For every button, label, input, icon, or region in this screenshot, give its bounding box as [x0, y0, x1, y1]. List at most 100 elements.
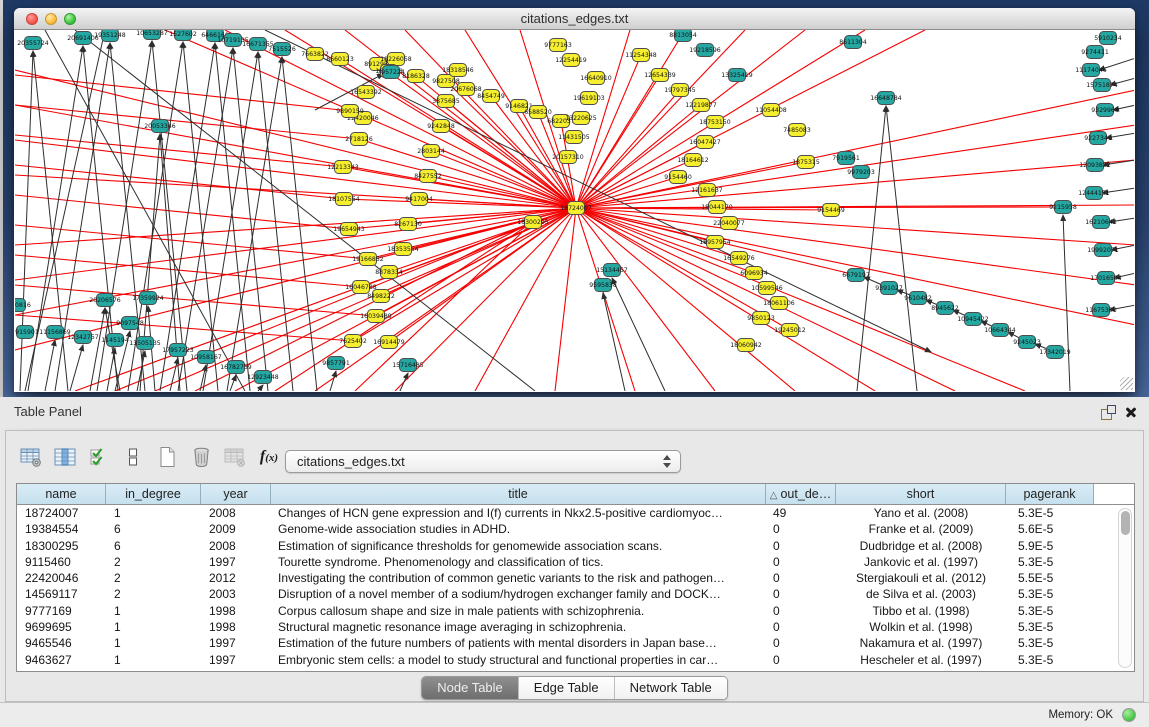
vertical-scrollbar[interactable]	[1118, 508, 1132, 668]
table-row[interactable]: 969969511998Structural magnetic resonanc…	[17, 619, 1134, 635]
cell-year[interactable]: 1997	[201, 652, 271, 668]
cell-pagerank[interactable]: 5.6E-5	[1006, 521, 1094, 537]
close-panel-icon[interactable]	[1124, 405, 1138, 419]
cell-name[interactable]: 18724007	[17, 505, 106, 521]
network-window[interactable]: citations_edges.txt 20355724206914061935…	[14, 8, 1135, 392]
float-panel-icon[interactable]	[1101, 405, 1116, 420]
cell-name[interactable]: 19384554	[17, 521, 106, 537]
cell-pagerank[interactable]: 5.9E-5	[1006, 538, 1094, 554]
delete-table-icon[interactable]	[186, 443, 216, 471]
cell-short[interactable]: Franke et al. (2009)	[836, 521, 1006, 537]
cell-year[interactable]: 2008	[201, 505, 271, 521]
tab-node-table[interactable]: Node Table	[422, 677, 519, 699]
cell-title[interactable]: Genome-wide association studies in ADHD.	[271, 521, 766, 537]
cell-name[interactable]: 18300295	[17, 538, 106, 554]
cell-year[interactable]: 2012	[201, 570, 271, 586]
column-header-out_de[interactable]: △out_de…	[766, 484, 836, 504]
cell-year[interactable]: 2008	[201, 538, 271, 554]
cell-name[interactable]: 14569117	[17, 586, 106, 602]
minimize-window-icon[interactable]	[45, 13, 57, 25]
cell-out_de[interactable]: 0	[766, 635, 836, 651]
cell-in_degree[interactable]: 1	[106, 603, 201, 619]
cell-in_degree[interactable]: 6	[106, 538, 201, 554]
cell-in_degree[interactable]: 1	[106, 635, 201, 651]
column-header-year[interactable]: year	[201, 484, 271, 504]
cell-title[interactable]: Disruption of a novel member of a sodium…	[271, 586, 766, 602]
table-row[interactable]: 946362711997Embryonic stem cells: a mode…	[17, 652, 1134, 668]
cell-pagerank[interactable]: 5.3E-5	[1006, 619, 1094, 635]
cell-in_degree[interactable]: 6	[106, 521, 201, 537]
cell-out_de[interactable]: 0	[766, 652, 836, 668]
cell-out_de[interactable]: 0	[766, 570, 836, 586]
cell-out_de[interactable]: 0	[766, 603, 836, 619]
cell-pagerank[interactable]: 5.3E-5	[1006, 652, 1094, 668]
table-row[interactable]: 1830029562008Estimation of significance …	[17, 538, 1134, 554]
cell-out_de[interactable]: 0	[766, 538, 836, 554]
cell-in_degree[interactable]: 2	[106, 554, 201, 570]
cell-in_degree[interactable]: 1	[106, 505, 201, 521]
table-selector-dropdown[interactable]: citations_edges.txt	[285, 450, 681, 473]
select-all-rows-icon[interactable]	[84, 443, 114, 471]
cell-short[interactable]: Jankovic et al. (1997)	[836, 554, 1006, 570]
cell-pagerank[interactable]: 5.3E-5	[1006, 635, 1094, 651]
cell-in_degree[interactable]: 1	[106, 619, 201, 635]
tab-edge-table[interactable]: Edge Table	[519, 677, 615, 699]
edit-columns-icon[interactable]	[50, 443, 80, 471]
table-row[interactable]: 1938455462009Genome-wide association stu…	[17, 521, 1134, 537]
cell-year[interactable]: 1997	[201, 635, 271, 651]
cell-short[interactable]: Wolkin et al. (1998)	[836, 619, 1006, 635]
cell-name[interactable]: 22420046	[17, 570, 106, 586]
table-row[interactable]: 2242004622012Investigating the contribut…	[17, 570, 1134, 586]
function-builder-icon[interactable]: f(x)	[254, 443, 284, 471]
row-height-icon[interactable]	[118, 443, 148, 471]
cell-in_degree[interactable]: 2	[106, 586, 201, 602]
cell-pagerank[interactable]: 5.3E-5	[1006, 586, 1094, 602]
cell-short[interactable]: Stergiakouli et al. (2012)	[836, 570, 1006, 586]
cell-name[interactable]: 9465546	[17, 635, 106, 651]
column-header-pagerank[interactable]: pagerank	[1006, 484, 1094, 504]
table-row[interactable]: 1872400712008Changes of HCN gene express…	[17, 505, 1134, 521]
cell-year[interactable]: 1998	[201, 619, 271, 635]
cell-year[interactable]: 1997	[201, 554, 271, 570]
cell-name[interactable]: 9115460	[17, 554, 106, 570]
cell-short[interactable]: de Silva et al. (2003)	[836, 586, 1006, 602]
table-settings-icon[interactable]	[16, 443, 46, 471]
cell-out_de[interactable]: 0	[766, 619, 836, 635]
column-header-short[interactable]: short	[836, 484, 1006, 504]
table-row[interactable]: 1456911722003Disruption of a novel membe…	[17, 586, 1134, 602]
new-table-icon[interactable]	[152, 443, 182, 471]
network-canvas[interactable]: 2035572420691406193512481065328715276026…	[15, 30, 1134, 391]
zoom-window-icon[interactable]	[64, 13, 76, 25]
column-header-name[interactable]: name	[17, 484, 106, 504]
cell-title[interactable]: Estimation of the future numbers of pati…	[271, 635, 766, 651]
tab-network-table[interactable]: Network Table	[615, 677, 727, 699]
cell-year[interactable]: 1998	[201, 603, 271, 619]
network-window-titlebar[interactable]: citations_edges.txt	[14, 8, 1135, 30]
cell-pagerank[interactable]: 5.3E-5	[1006, 554, 1094, 570]
cell-short[interactable]: Dudbridge et al. (2008)	[836, 538, 1006, 554]
cell-short[interactable]: Nakamura et al. (1997)	[836, 635, 1006, 651]
citation-network-graph[interactable]: 2035572420691406193512481065328715276026…	[15, 30, 1134, 391]
column-header-in_degree[interactable]: in_degree	[106, 484, 201, 504]
cell-in_degree[interactable]: 1	[106, 652, 201, 668]
scrollbar-thumb[interactable]	[1121, 511, 1130, 535]
table-row[interactable]: 946554611997Estimation of the future num…	[17, 635, 1134, 651]
close-window-icon[interactable]	[26, 13, 38, 25]
table-row[interactable]: 977716911998Corpus callosum shape and si…	[17, 603, 1134, 619]
window-resize-grip[interactable]	[1120, 377, 1133, 390]
cell-short[interactable]: Yano et al. (2008)	[836, 505, 1006, 521]
cell-name[interactable]: 9463627	[17, 652, 106, 668]
cell-pagerank[interactable]: 5.3E-5	[1006, 603, 1094, 619]
cell-title[interactable]: Structural magnetic resonance image aver…	[271, 619, 766, 635]
cell-title[interactable]: Changes of HCN gene expression and I(f) …	[271, 505, 766, 521]
cell-pagerank[interactable]: 5.3E-5	[1006, 505, 1094, 521]
table-row[interactable]: 911546021997Tourette syndrome. Phenomeno…	[17, 554, 1134, 570]
cell-out_de[interactable]: 0	[766, 554, 836, 570]
cell-pagerank[interactable]: 5.5E-5	[1006, 570, 1094, 586]
cell-short[interactable]: Hescheler et al. (1997)	[836, 652, 1006, 668]
cell-title[interactable]: Investigating the contribution of common…	[271, 570, 766, 586]
cell-title[interactable]: Corpus callosum shape and size in male p…	[271, 603, 766, 619]
cell-out_de[interactable]: 49	[766, 505, 836, 521]
cell-title[interactable]: Tourette syndrome. Phenomenology and cla…	[271, 554, 766, 570]
cell-title[interactable]: Estimation of significance thresholds fo…	[271, 538, 766, 554]
